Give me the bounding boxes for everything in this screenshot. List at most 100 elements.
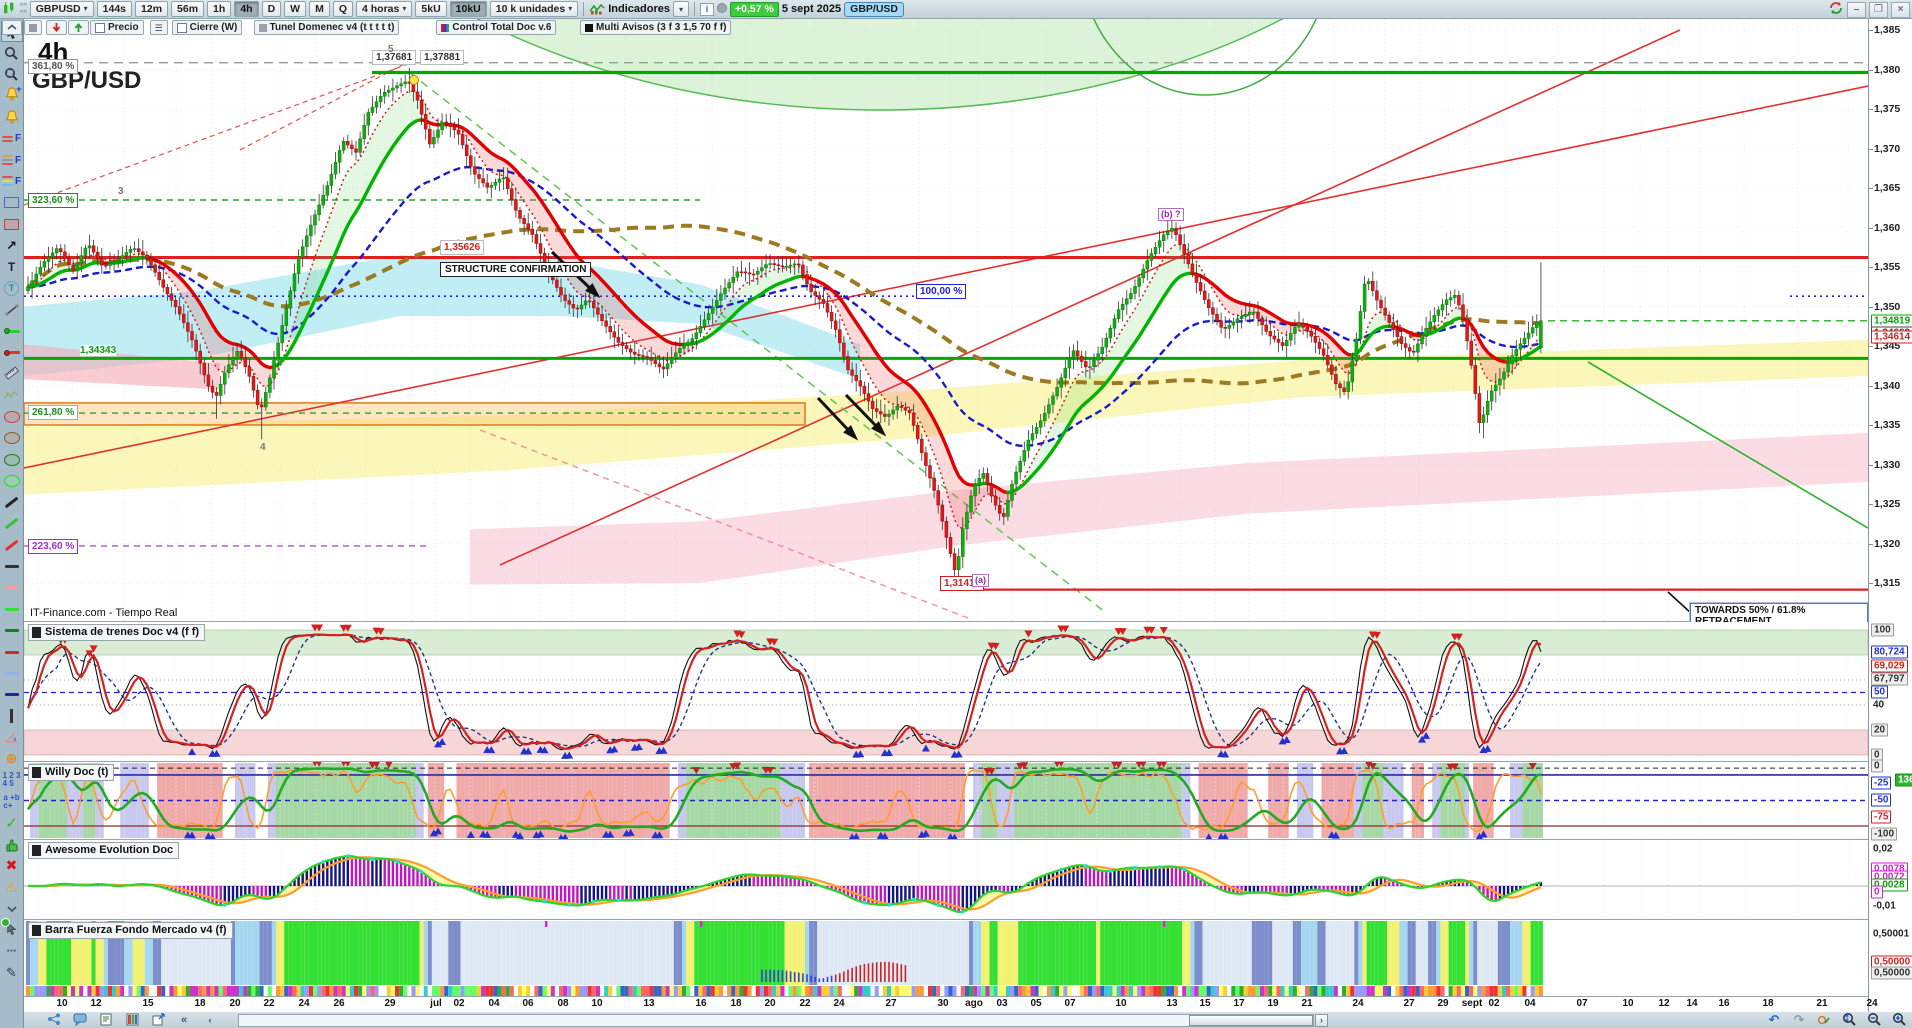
timeframe-button-W[interactable]: W — [284, 1, 306, 17]
tool-zoom-icon[interactable] — [1, 42, 23, 63]
tool-xmark-icon[interactable]: ✖ — [1, 855, 23, 876]
tool-hl-pink-icon[interactable] — [1, 577, 23, 598]
tool-segment-icon[interactable] — [1, 299, 23, 320]
units-button-5kU[interactable]: 5kU — [415, 1, 446, 17]
bottombar-linkpen-icon[interactable] — [1814, 1013, 1834, 1026]
tool-indic-icon[interactable] — [1, 385, 23, 406]
tool-text-bubble-icon[interactable]: T — [1, 278, 23, 299]
panel-barra-fuerza[interactable] — [24, 920, 1868, 987]
tool-cursor-badge-icon[interactable] — [1, 919, 23, 940]
period-dropdown[interactable]: 4 horas ▾ — [356, 1, 412, 17]
legend-item-tunel-domenec-v4-t-t-t-t-t-[interactable]: Tunel Domenec v4 (t t t t t) — [254, 20, 400, 35]
tool-dl-red-icon[interactable] — [1, 534, 23, 555]
price-chart-canvas[interactable] — [24, 19, 1868, 621]
tool-bell-icon[interactable] — [1, 107, 23, 128]
scrollbar-thumb[interactable] — [1189, 1015, 1313, 1026]
tool-ell-red-icon[interactable] — [1, 406, 23, 427]
tool-vline-icon[interactable] — [1, 706, 23, 727]
tool-fib3-icon[interactable]: F — [1, 171, 23, 192]
tool-warn-icon[interactable]: ⚠ — [1, 877, 23, 898]
panel-label-trenes[interactable]: Sistema de trenes Doc v4 (f f) — [28, 624, 205, 641]
tool-rect-b-icon[interactable] — [1, 192, 23, 213]
close-button[interactable]: × — [1891, 2, 1910, 18]
tool-dl-green-icon[interactable] — [1, 513, 23, 534]
units-button-10kU[interactable]: 10kU — [450, 1, 487, 17]
panel-label-willy[interactable]: Willy Doc (t) — [28, 764, 114, 781]
panel-sistema-de-trenes[interactable] — [24, 622, 1868, 762]
symbol-dropdown[interactable]: GBPUSD ▾ — [30, 1, 94, 17]
tool-elliott-icon[interactable]: 1 2 34 5 — [1, 770, 23, 791]
tool-ell-green-icon[interactable] — [1, 470, 23, 491]
main-chart[interactable]: 4hGBP/USD361,80 %323,60 %261,80 %223,60 … — [24, 19, 1868, 622]
legend-icon-arrow-up-green[interactable] — [68, 20, 89, 35]
tool-ell-dgreen-icon[interactable] — [1, 449, 23, 470]
timeframe-button-4h[interactable]: 4h — [234, 1, 258, 17]
tool-hseg-red-icon[interactable] — [1, 342, 23, 363]
tool-dots-icon[interactable]: ⋯ — [1, 941, 23, 962]
timeframe-button-M[interactable]: M — [309, 1, 330, 17]
bottombar-undo-icon[interactable]: ↶ — [1764, 1013, 1784, 1026]
timeframe-button-12m[interactable]: 12m — [135, 1, 168, 17]
units-dropdown[interactable]: 10 k unidades ▾ — [490, 1, 578, 17]
panel-session-barcode[interactable] — [24, 986, 1868, 997]
timeframe-button-144s[interactable]: 144s — [97, 1, 132, 17]
tool-text-icon[interactable]: T — [1, 256, 23, 277]
indicators-button[interactable]: Indicadores — [589, 3, 670, 15]
indicators-caret[interactable]: ▾ — [673, 1, 689, 17]
tool-hl-green-icon[interactable] — [1, 599, 23, 620]
bottombar-zoom-fit-icon[interactable] — [1839, 1013, 1859, 1026]
tool-chev-icon[interactable] — [1, 898, 23, 919]
timeframe-button-D[interactable]: D — [262, 1, 282, 17]
legend-item-multi-avisos-3-f-3-1-5-70-f-f-[interactable]: Multi Avisos (3 f 3 1,5 70 f f) — [580, 20, 731, 35]
date-axis[interactable]: 101215182022242629jul0204060810131618202… — [24, 996, 1868, 1013]
panel-willy-doc[interactable] — [24, 762, 1868, 840]
timeframe-button-1h[interactable]: 1h — [207, 1, 231, 17]
legend-icon-collapse[interactable] — [2, 20, 22, 35]
tool-fib2-icon[interactable]: F — [1, 149, 23, 170]
tool-angle-icon[interactable]: a — [1, 727, 23, 748]
price-axis[interactable]: 1,3851,3801,3751,3701,3651,3601,3551,350… — [1868, 19, 1912, 1012]
bottombar-table-icon[interactable] — [122, 1013, 142, 1026]
tool-hseg-green-icon[interactable] — [1, 320, 23, 341]
legend-icon-list[interactable]: ☰ — [150, 20, 168, 35]
bottombar-redo-icon[interactable]: ↷ — [1789, 1013, 1809, 1026]
tool-arrow-ne-icon[interactable]: ↗ — [1, 235, 23, 256]
panel-label-barra[interactable]: Barra Fuerza Fondo Mercado v4 (f) — [28, 922, 233, 939]
tool-bell-add-icon[interactable]: + — [1, 85, 23, 106]
tool-check-icon[interactable]: ✓ — [1, 812, 23, 833]
panel-label-awesome[interactable]: Awesome Evolution Doc — [28, 842, 179, 859]
timeframe-button-Q[interactable]: Q — [333, 1, 353, 17]
tool-abc-icon[interactable]: a +bc+ — [1, 791, 23, 812]
tool-pencil-icon[interactable]: ✎ — [1, 962, 23, 983]
bottombar-share-icon[interactable] — [44, 1013, 64, 1026]
tool-rect-r-icon[interactable] — [1, 214, 23, 235]
bottombar-tri-l-icon[interactable]: ‹ — [200, 1013, 220, 1026]
panel-awesome-evolution[interactable] — [24, 840, 1868, 920]
tool-hl-lblue-icon[interactable] — [1, 663, 23, 684]
legend-item-precio[interactable]: Precio — [90, 20, 144, 35]
tool-hl-dgreen-icon[interactable] — [1, 620, 23, 641]
legend-icon-alarm-add[interactable] — [24, 20, 42, 35]
legend-item-cierre-w-[interactable]: Cierre (W) — [172, 20, 243, 35]
refresh-icon[interactable] — [1828, 1, 1844, 18]
tool-ell-brown-icon[interactable] — [1, 427, 23, 448]
tool-circplus-icon[interactable]: ⊕ — [1, 748, 23, 769]
legend-item-control-total-doc-v-6[interactable]: Control Total Doc v.6 — [436, 20, 556, 35]
tool-dl-black-icon[interactable] — [1, 492, 23, 513]
bottombar-zoom-out-icon[interactable] — [1864, 1013, 1884, 1026]
horizontal-scrollbar[interactable] — [238, 1014, 1314, 1027]
bottombar-export-icon[interactable] — [148, 1013, 168, 1026]
tool-hl-black-icon[interactable] — [1, 556, 23, 577]
link-charts-icon[interactable]: ⚯⚯ — [20, 1, 27, 17]
scroll-right-button[interactable]: › — [1315, 1014, 1328, 1027]
bottombar-doc-icon[interactable] — [96, 1013, 116, 1026]
tool-fib1-icon[interactable]: F — [1, 128, 23, 149]
legend-icon-arrow-down-red[interactable] — [46, 20, 67, 35]
tool-zoom-area-icon[interactable] — [1, 64, 23, 85]
tool-thumb-icon[interactable] — [1, 834, 23, 855]
bottombar-zoom-in-icon[interactable] — [1889, 1013, 1909, 1026]
tool-hl-dblue-icon[interactable] — [1, 684, 23, 705]
tool-hl-red-icon[interactable] — [1, 641, 23, 662]
minimize-button[interactable]: – — [1847, 2, 1866, 18]
tool-ruler-icon[interactable] — [1, 363, 23, 384]
